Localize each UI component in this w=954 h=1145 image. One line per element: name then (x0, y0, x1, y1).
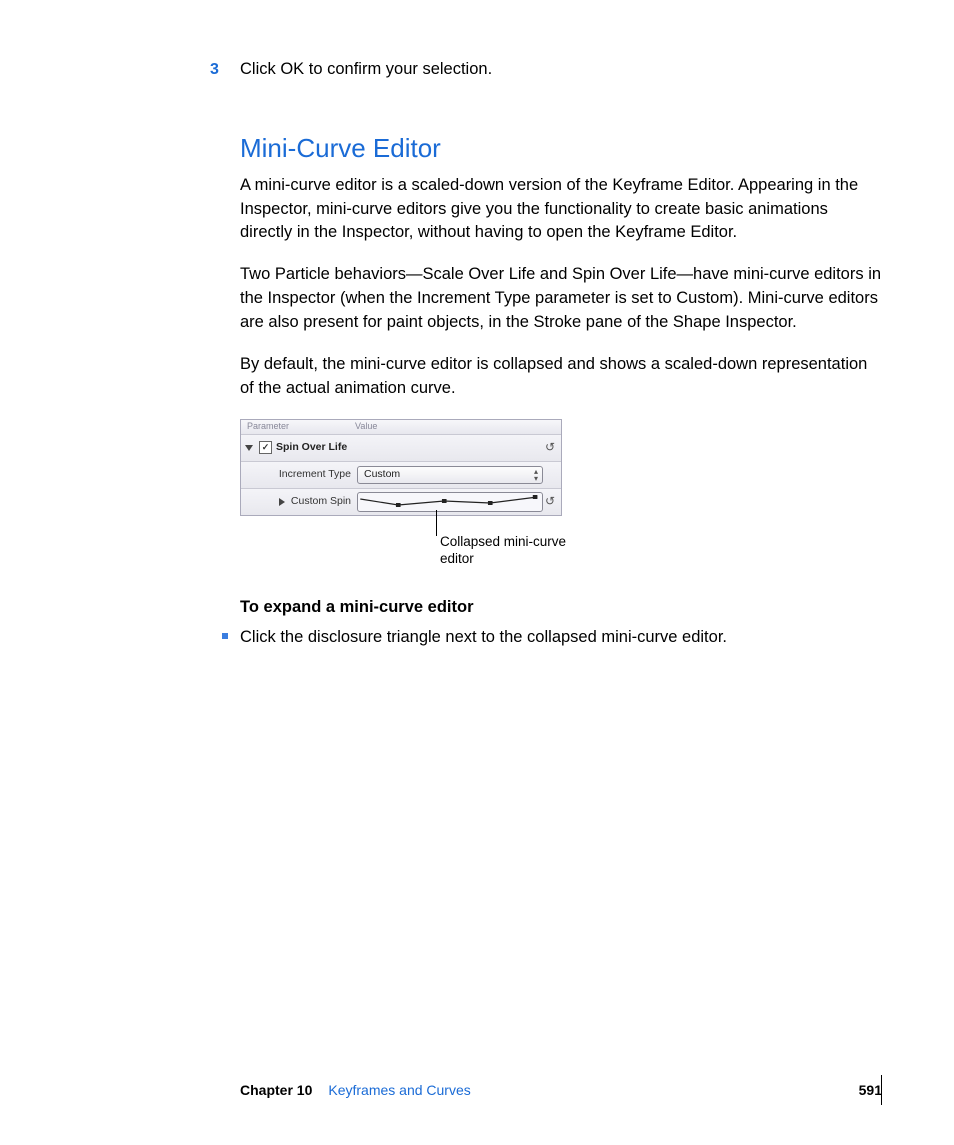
mini-curve-editor-collapsed[interactable] (357, 492, 543, 512)
step-text: Click OK to confirm your selection. (240, 60, 492, 78)
param-label: Spin Over Life (276, 440, 347, 455)
bullet-icon (222, 633, 228, 639)
step-row: 3 Click OK to confirm your selection. (240, 58, 882, 82)
inspector-row-spin-over-life: ✓ Spin Over Life ↺ (241, 435, 561, 462)
task-step-text: Click the disclosure triangle next to th… (240, 628, 727, 646)
figure: Parameter Value ✓ Spin Over Life ↺ Incre… (240, 419, 882, 572)
popup-value: Custom (364, 467, 400, 482)
increment-type-popup[interactable]: Custom ▴▾ (357, 466, 543, 484)
section-paragraph: A mini-curve editor is a scaled-down ver… (240, 174, 882, 246)
header-value: Value (355, 420, 377, 433)
inspector-header: Parameter Value (241, 420, 561, 435)
inspector-panel: Parameter Value ✓ Spin Over Life ↺ Incre… (240, 419, 562, 516)
stepper-arrows-icon: ▴▾ (534, 468, 538, 482)
inspector-row-increment-type: Increment Type Custom ▴▾ (241, 462, 561, 489)
footer-title: Keyframes and Curves (328, 1080, 858, 1100)
callout-label: Collapsed mini-curve editor (440, 534, 600, 568)
section-heading: Mini-Curve Editor (240, 130, 882, 168)
footer-chapter: Chapter 10 (240, 1080, 312, 1100)
section-paragraph: Two Particle behaviors—Scale Over Life a… (240, 263, 882, 335)
page-content: 3 Click OK to confirm your selection. Mi… (240, 58, 882, 650)
checkbox-icon[interactable]: ✓ (259, 441, 272, 454)
footer-page-number: 591 (859, 1080, 882, 1100)
header-parameter: Parameter (247, 420, 355, 433)
disclosure-triangle-right-icon[interactable] (279, 498, 285, 506)
callout-line (436, 510, 437, 536)
task-heading: To expand a mini-curve editor (240, 596, 882, 620)
param-label: Custom Spin (291, 494, 351, 509)
figure-callout: Collapsed mini-curve editor (436, 516, 882, 572)
task-step: Click the disclosure triangle next to th… (240, 626, 882, 650)
section-paragraph: By default, the mini-curve editor is col… (240, 353, 882, 401)
param-label: Increment Type (279, 467, 351, 482)
inspector-row-custom-spin: Custom Spin ↺ (241, 489, 561, 515)
step-number: 3 (210, 58, 219, 81)
disclosure-triangle-down-icon[interactable] (245, 445, 253, 451)
reset-icon[interactable]: ↺ (543, 493, 557, 510)
page-footer: Chapter 10 Keyframes and Curves 591 (240, 1080, 882, 1100)
reset-icon[interactable]: ↺ (543, 439, 557, 456)
